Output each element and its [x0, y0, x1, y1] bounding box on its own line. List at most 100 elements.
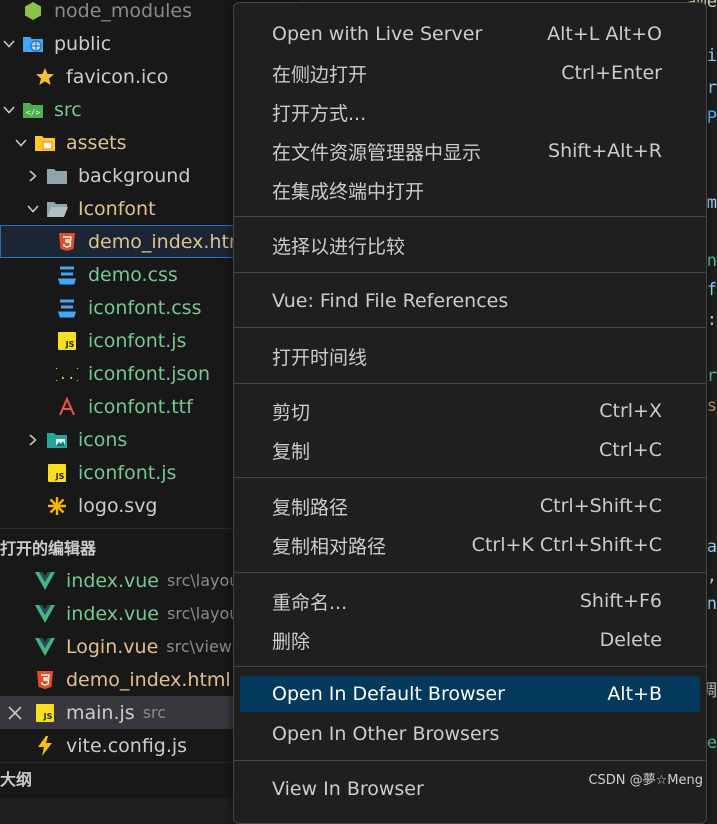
menu-item-label: 复制: [272, 440, 311, 463]
watermark: CSDN @夢☆Meng: [588, 773, 703, 788]
menu-item-open-timeline[interactable]: 打开时间线: [240, 338, 700, 374]
tree-item-label: iconfont.css: [88, 296, 202, 319]
menu-item-label: 复制相对路径: [272, 535, 387, 558]
open-editor-label: main.js: [66, 701, 135, 724]
menu-item-reveal-in-explorer[interactable]: 在文件资源管理器中显示 Shift+Alt+R: [240, 133, 700, 169]
code-fragment: :: [706, 310, 717, 330]
css-icon: [56, 297, 78, 319]
menu-item-label: Vue: Find File References: [272, 290, 509, 312]
menu-item-shortcut: Shift+Alt+R: [548, 140, 662, 162]
menu-item-label: Open In Default Browser: [272, 683, 505, 705]
open-editor-label: vite.config.js: [66, 734, 188, 757]
css-icon: [56, 264, 78, 286]
menu-item-shortcut: Ctrl+X: [599, 400, 662, 422]
menu-item-copy-path[interactable]: 复制路径 Ctrl+Shift+C: [240, 488, 700, 524]
menu-item-shortcut: Ctrl+C: [599, 439, 662, 461]
menu-item-shortcut: Ctrl+K Ctrl+Shift+C: [471, 534, 662, 556]
menu-item-copy[interactable]: 复制 Ctrl+C: [240, 432, 700, 468]
font-icon: [56, 396, 78, 418]
chevron-down-icon: [14, 136, 28, 150]
tree-item-label: Iconfont: [78, 197, 156, 220]
lightning-icon: [34, 735, 56, 757]
open-editor-label: index.vue: [66, 569, 159, 592]
folder-assets-icon: [34, 132, 56, 154]
tree-item-label: demo.css: [88, 263, 178, 286]
menu-item-rename[interactable]: 重命名... Shift+F6: [240, 583, 700, 619]
menu-item-shortcut: Ctrl+Shift+C: [539, 495, 662, 517]
menu-item-label: 重命名...: [272, 591, 348, 614]
javascript-icon: JS: [56, 330, 78, 352]
folder-icon: [46, 165, 68, 187]
vue-icon: [34, 636, 56, 658]
menu-separator: [234, 327, 706, 328]
menu-item-label: 在集成终端中打开: [272, 180, 425, 203]
code-fragment: ,: [706, 566, 717, 586]
vue-icon: [34, 570, 56, 592]
context-menu: Open with Live Server Alt+L Alt+O 在侧边打开 …: [233, 2, 707, 824]
menu-item-shortcut: Alt+L Alt+O: [547, 23, 662, 45]
star-icon: [34, 66, 56, 88]
tree-item-label: iconfont.js: [88, 329, 187, 352]
tree-item-label: assets: [66, 131, 127, 154]
chevron-right-icon: [26, 433, 40, 447]
menu-item-open-with-live-server[interactable]: Open with Live Server Alt+L Alt+O: [240, 16, 700, 52]
menu-item-shortcut: Alt+B: [607, 683, 662, 705]
menu-item-label: 打开时间线: [272, 346, 368, 369]
menu-item-vue-find-file-references[interactable]: Vue: Find File References: [240, 283, 700, 319]
menu-item-delete[interactable]: 删除 Delete: [240, 622, 700, 658]
menu-item-label: 复制路径: [272, 496, 349, 519]
chevron-right-icon: [26, 169, 40, 183]
folder-images-icon: [46, 429, 68, 451]
tree-item-label: iconfont.ttf: [88, 395, 193, 418]
tree-item-label: demo_index.html: [88, 230, 253, 253]
json-icon: {..}: [56, 363, 78, 385]
code-fragment: e: [706, 733, 717, 753]
open-editor-label: Login.vue: [66, 635, 159, 658]
svg-text:JS: JS: [65, 340, 75, 349]
menu-separator: [234, 216, 706, 217]
menu-item-label: Open with Live Server: [272, 23, 483, 45]
menu-item-shortcut: Delete: [599, 629, 662, 651]
menu-item-open-in-terminal[interactable]: 在集成终端中打开: [240, 172, 700, 208]
svg-text:JS: JS: [55, 472, 65, 481]
folder-open-icon: [46, 198, 68, 220]
tree-item-label: node_modules: [54, 0, 193, 22]
menu-item-open-in-other-browsers[interactable]: Open In Other Browsers: [240, 716, 700, 752]
menu-separator: [234, 477, 706, 478]
open-editor-path: src\views: [166, 637, 241, 656]
menu-item-shortcut: Shift+F6: [579, 590, 662, 612]
svg-file-icon: [46, 495, 68, 517]
javascript-icon: JS: [46, 462, 68, 484]
menu-item-label: 选择以进行比较: [272, 235, 406, 258]
tree-item-label: background: [78, 164, 191, 187]
tree-item-label: logo.svg: [78, 494, 158, 517]
menu-item-label: View In Browser: [272, 778, 424, 800]
menu-separator: [234, 272, 706, 273]
folder-public-icon: [22, 33, 44, 55]
svg-text:{..}: {..}: [56, 367, 78, 383]
html5-icon: [56, 231, 78, 253]
menu-item-select-for-compare[interactable]: 选择以进行比较: [240, 227, 700, 263]
open-editors-title: 打开的编辑器: [0, 539, 97, 558]
menu-separator: [234, 760, 706, 761]
menu-item-copy-relative-path[interactable]: 复制相对路径 Ctrl+K Ctrl+Shift+C: [240, 527, 700, 563]
html5-icon: [34, 669, 56, 691]
folder-src-icon: </>: [22, 99, 44, 121]
tree-item-label: src: [54, 98, 82, 121]
close-icon[interactable]: [8, 705, 34, 720]
chevron-down-icon: [2, 103, 16, 117]
menu-item-cut[interactable]: 剪切 Ctrl+X: [240, 393, 700, 429]
menu-item-label: 在侧边打开: [272, 63, 368, 86]
menu-item-label: 打开方式...: [272, 102, 367, 125]
menu-item-label: 剪切: [272, 401, 311, 424]
menu-item-label: Open In Other Browsers: [272, 723, 500, 745]
outline-title: 大纲: [0, 770, 33, 789]
menu-item-open-in-default-browser[interactable]: Open In Default Browser Alt+B: [240, 676, 700, 712]
menu-item-label: 删除: [272, 630, 311, 653]
menu-item-open-with[interactable]: 打开方式...: [240, 94, 700, 130]
chevron-down-icon: [2, 37, 16, 51]
menu-separator: [234, 572, 706, 573]
tree-item-label: public: [54, 32, 112, 55]
open-editor-label: demo_index.html: [66, 668, 231, 691]
menu-item-open-to-side[interactable]: 在侧边打开 Ctrl+Enter: [240, 55, 700, 91]
